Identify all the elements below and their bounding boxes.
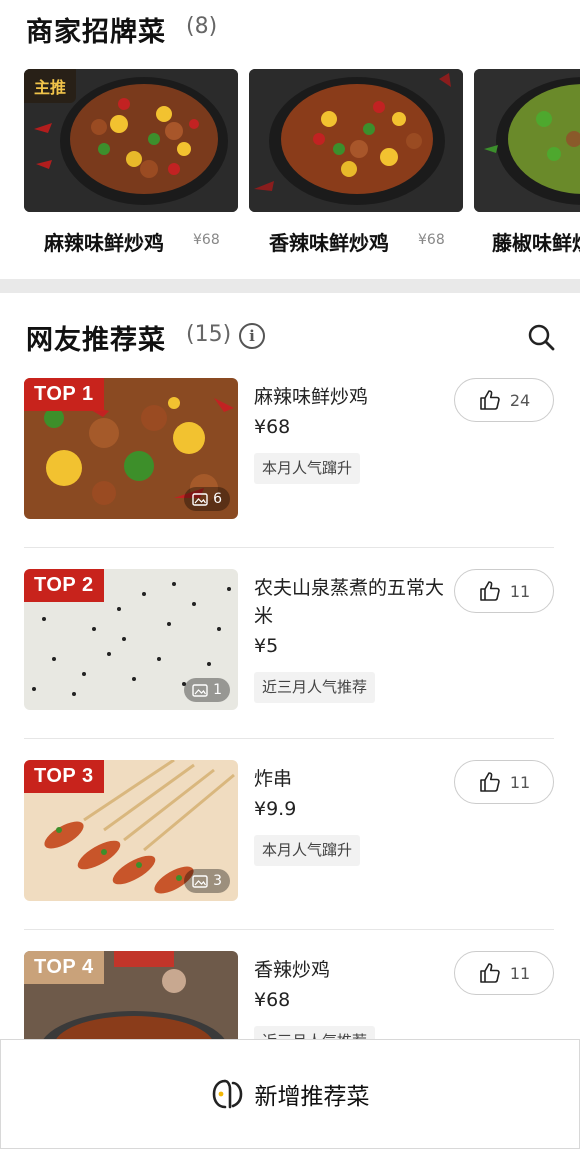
like-button[interactable]: 11 xyxy=(454,569,554,613)
add-dish-label: 新增推荐菜 xyxy=(254,1084,370,1110)
photo-count: 6 xyxy=(184,487,230,511)
dish-name: 农夫山泉蒸煮的五常大米 xyxy=(254,577,445,627)
info-icon[interactable]: i xyxy=(239,323,265,349)
dish-photo[interactable]: TOP 1 6 xyxy=(24,378,238,519)
dish-name: 炸串 xyxy=(254,768,293,790)
like-count: 11 xyxy=(509,772,531,792)
dish-price: ¥68 xyxy=(193,232,220,248)
dish-photo[interactable]: TOP 3 3 xyxy=(24,760,238,901)
image-icon xyxy=(192,492,208,506)
signature-dish-card[interactable]: 藤椒味鲜炒鸡 xyxy=(474,69,580,259)
rank-badge: TOP 4 xyxy=(24,951,104,984)
section-count: (8) xyxy=(186,14,218,39)
photo-count: 3 xyxy=(184,869,230,893)
image-icon xyxy=(192,683,208,697)
like-button[interactable]: 24 xyxy=(454,378,554,422)
divider xyxy=(24,738,554,739)
thumbs-up-icon xyxy=(480,581,500,601)
like-count: 24 xyxy=(509,390,531,410)
divider xyxy=(24,547,554,548)
rank-badge: TOP 3 xyxy=(24,760,104,793)
like-count: 11 xyxy=(509,963,531,983)
rank-badge: TOP 2 xyxy=(24,569,104,602)
thumbs-up-icon xyxy=(480,772,500,792)
list-item[interactable]: TOP 3 3 炸串 ¥9.9 本月人气蹿升 11 xyxy=(24,760,556,950)
add-recommended-dish-button[interactable]: 新增推荐菜 xyxy=(0,1039,580,1149)
add-dish-icon xyxy=(212,1079,242,1109)
list-item[interactable]: TOP 1 6 麻辣味鲜炒鸡 ¥68 本月人气蹿升 24 xyxy=(24,378,556,568)
image-icon xyxy=(192,874,208,888)
photo-count: 1 xyxy=(184,678,230,702)
dish-name: 香辣味鲜炒鸡 xyxy=(269,231,389,255)
search-icon[interactable] xyxy=(526,322,556,352)
thumbs-up-icon xyxy=(480,390,500,410)
dish-name: 香辣炒鸡 xyxy=(254,959,331,981)
featured-badge: 主推 xyxy=(24,69,77,103)
dish-photo: 主推 xyxy=(24,69,238,212)
section-count: (15) xyxy=(186,322,232,347)
thumbs-up-icon xyxy=(480,963,500,983)
dish-photo xyxy=(249,69,463,212)
section-divider xyxy=(0,279,580,293)
list-item[interactable]: TOP 2 1 农夫山泉蒸煮的五常大米 ¥5 近三月人气推荐 11 xyxy=(24,569,556,759)
popularity-tag: 本月人气蹿升 xyxy=(254,835,361,866)
dish-price: ¥68 xyxy=(254,416,291,438)
divider xyxy=(24,929,554,930)
dish-price: ¥68 xyxy=(254,989,291,1011)
dish-photo[interactable]: TOP 2 1 xyxy=(24,569,238,710)
signature-dish-card[interactable]: 主推 麻辣味鲜炒鸡 ¥68 xyxy=(24,69,238,259)
signature-dish-carousel[interactable]: 主推 麻辣味鲜炒鸡 ¥68 香辣味鲜炒鸡 ¥68 藤椒味鲜 xyxy=(24,69,580,259)
dish-price: ¥9.9 xyxy=(254,798,297,820)
dish-photo xyxy=(474,69,580,212)
dish-name: 麻辣味鲜炒鸡 xyxy=(44,231,164,255)
section-title: 商家招牌菜 xyxy=(26,17,166,48)
dish-name: 麻辣味鲜炒鸡 xyxy=(254,386,369,408)
like-button[interactable]: 11 xyxy=(454,760,554,804)
rank-badge: TOP 1 xyxy=(24,378,104,411)
popularity-tag: 近三月人气推荐 xyxy=(254,672,376,703)
section-title: 网友推荐菜 xyxy=(26,325,166,356)
like-button[interactable]: 11 xyxy=(454,951,554,995)
signature-dish-card[interactable]: 香辣味鲜炒鸡 ¥68 xyxy=(249,69,463,259)
like-count: 11 xyxy=(509,581,531,601)
popularity-tag: 本月人气蹿升 xyxy=(254,453,361,484)
signature-dishes-section: 商家招牌菜 (8) 主推 麻辣味鲜炒鸡 ¥68 香辣味鲜炒鸡 ¥68 藤椒味鲜 xyxy=(0,0,580,278)
dish-price: ¥5 xyxy=(254,635,279,657)
dish-name: 藤椒味鲜炒鸡 xyxy=(492,231,580,255)
dish-price: ¥68 xyxy=(418,232,445,248)
